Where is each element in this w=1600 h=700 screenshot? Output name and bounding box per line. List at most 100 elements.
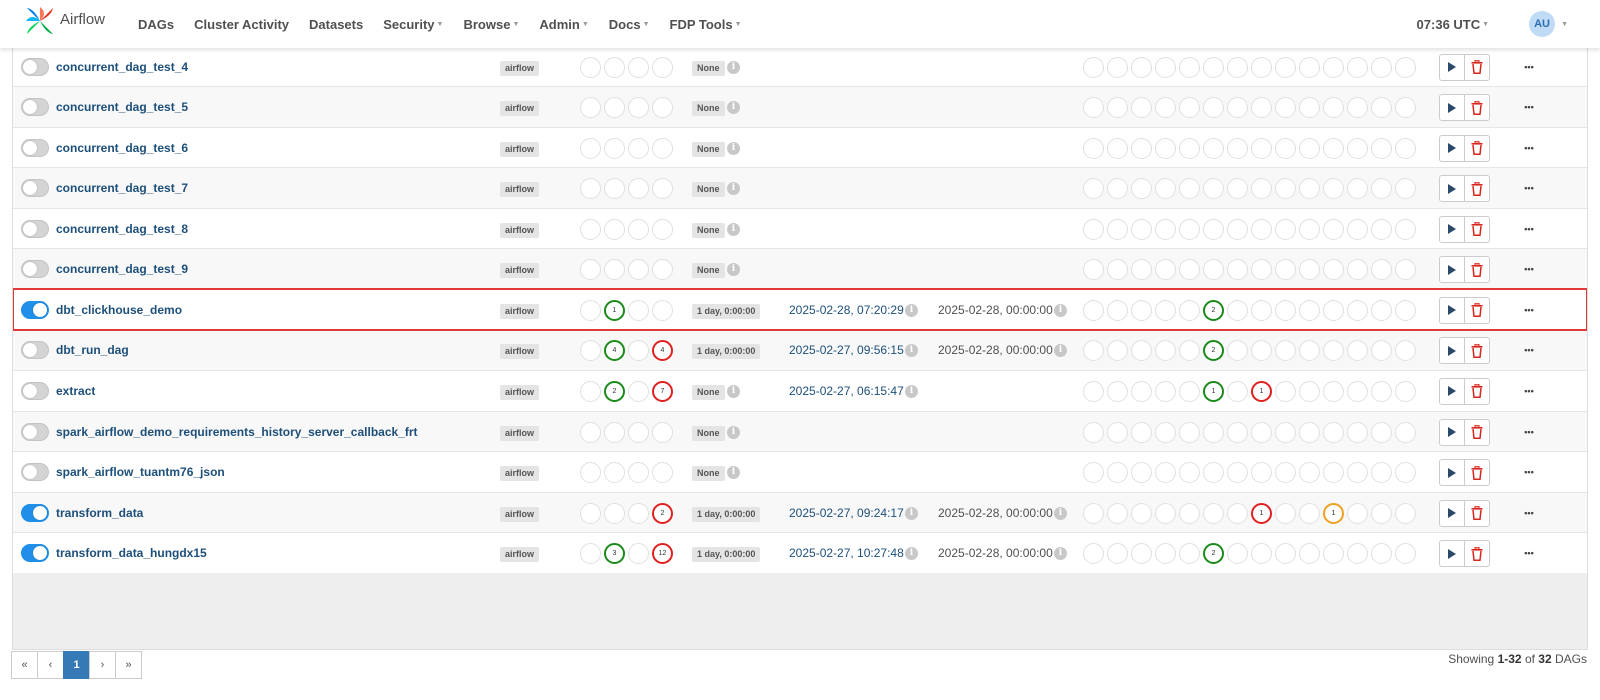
task-state-circle[interactable] [1275, 56, 1296, 78]
pause-toggle[interactable] [21, 179, 49, 198]
task-state-circle[interactable] [1371, 502, 1392, 524]
more-options-icon[interactable]: ••• [1518, 176, 1540, 200]
task-state-circle[interactable] [1371, 299, 1392, 321]
task-state-circle[interactable] [1083, 218, 1104, 240]
task-state-circle[interactable] [1395, 380, 1416, 402]
run-state-circle[interactable] [604, 462, 625, 484]
task-state-circle[interactable] [1371, 340, 1392, 362]
task-state-circle[interactable] [1347, 56, 1368, 78]
task-state-circle[interactable] [1083, 421, 1104, 443]
next-page-button[interactable]: › [89, 651, 116, 679]
more-options-icon[interactable]: ••• [1518, 298, 1540, 322]
last-run-link[interactable]: 2025-02-27, 10:27:48 [789, 533, 904, 574]
task-state-circle[interactable] [1155, 380, 1176, 402]
task-state-circle[interactable] [1179, 380, 1200, 402]
more-options-icon[interactable]: ••• [1518, 420, 1540, 444]
run-state-circle[interactable] [604, 218, 625, 240]
task-state-circle[interactable] [1107, 259, 1128, 281]
more-options-icon[interactable]: ••• [1518, 136, 1540, 160]
task-state-circle[interactable] [1083, 380, 1104, 402]
task-state-circle[interactable] [1083, 56, 1104, 78]
task-state-circle[interactable] [1299, 462, 1320, 484]
task-state-circle[interactable] [1203, 421, 1224, 443]
task-state-circle[interactable] [1107, 178, 1128, 200]
schedule-badge[interactable]: None [692, 182, 725, 198]
pause-toggle[interactable] [21, 260, 49, 279]
task-state-circle[interactable] [1155, 218, 1176, 240]
run-state-circle[interactable] [628, 543, 649, 565]
owner-badge[interactable]: airflow [500, 222, 540, 238]
task-state-circle[interactable] [1083, 502, 1104, 524]
owner-badge[interactable]: airflow [500, 547, 540, 563]
task-state-circle[interactable] [1107, 137, 1128, 159]
task-state-circle[interactable] [1227, 259, 1248, 281]
schedule-badge[interactable]: None [692, 384, 725, 400]
task-state-circle[interactable] [1371, 178, 1392, 200]
task-state-circle[interactable] [1251, 137, 1272, 159]
run-state-circle[interactable]: 12 [652, 543, 673, 565]
run-state-circle[interactable] [580, 380, 601, 402]
task-state-circle[interactable] [1179, 137, 1200, 159]
task-state-circle[interactable] [1083, 97, 1104, 119]
task-state-circle[interactable] [1179, 462, 1200, 484]
schedule-badge[interactable]: None [692, 222, 725, 238]
schedule-badge[interactable]: 1 day, 0:00:00 [692, 547, 761, 563]
task-state-circle[interactable] [1083, 543, 1104, 565]
task-state-circle[interactable] [1179, 340, 1200, 362]
task-state-circle[interactable] [1323, 259, 1344, 281]
task-state-circle[interactable] [1299, 340, 1320, 362]
task-state-circle[interactable] [1371, 543, 1392, 565]
pause-toggle[interactable] [21, 98, 49, 117]
run-state-circle[interactable] [580, 502, 601, 524]
task-state-circle[interactable] [1395, 543, 1416, 565]
task-state-circle[interactable] [1131, 543, 1152, 565]
run-state-circle[interactable] [652, 259, 673, 281]
pause-toggle[interactable] [21, 138, 49, 157]
delete-dag-button[interactable] [1465, 55, 1489, 80]
task-state-circle[interactable] [1155, 97, 1176, 119]
more-options-icon[interactable]: ••• [1518, 379, 1540, 403]
last-run-link[interactable]: 2025-02-27, 09:24:17 [789, 493, 904, 534]
task-state-circle[interactable] [1395, 421, 1416, 443]
task-state-circle[interactable] [1275, 299, 1296, 321]
task-state-circle[interactable] [1299, 299, 1320, 321]
run-state-circle[interactable] [628, 137, 649, 159]
task-state-circle[interactable] [1347, 380, 1368, 402]
task-state-circle[interactable] [1299, 421, 1320, 443]
run-state-circle[interactable] [628, 178, 649, 200]
schedule-badge[interactable]: None [692, 141, 725, 157]
task-state-circle[interactable] [1347, 97, 1368, 119]
task-state-circle[interactable] [1395, 259, 1416, 281]
info-icon[interactable]: i [727, 141, 740, 155]
task-state-circle[interactable] [1371, 462, 1392, 484]
task-state-circle[interactable]: 2 [1203, 299, 1224, 321]
task-state-circle[interactable] [1155, 421, 1176, 443]
delete-dag-button[interactable] [1465, 176, 1489, 201]
task-state-circle[interactable] [1299, 97, 1320, 119]
run-state-circle[interactable] [652, 137, 673, 159]
task-state-circle[interactable] [1395, 137, 1416, 159]
task-state-circle[interactable] [1275, 259, 1296, 281]
run-state-circle[interactable] [604, 502, 625, 524]
schedule-badge[interactable]: 1 day, 0:00:00 [692, 303, 761, 319]
run-state-circle[interactable] [580, 462, 601, 484]
schedule-badge[interactable]: None [692, 466, 725, 482]
task-state-circle[interactable] [1299, 543, 1320, 565]
info-icon[interactable]: i [727, 384, 740, 398]
run-state-circle[interactable] [628, 259, 649, 281]
info-icon[interactable]: i [1054, 303, 1067, 317]
nav-docs[interactable]: Docs ▼ [599, 17, 660, 32]
run-state-circle[interactable] [604, 421, 625, 443]
task-state-circle[interactable] [1083, 259, 1104, 281]
delete-dag-button[interactable] [1465, 136, 1489, 161]
task-state-circle[interactable] [1371, 218, 1392, 240]
run-state-circle[interactable] [628, 380, 649, 402]
trigger-dag-button[interactable] [1440, 54, 1465, 80]
task-state-circle[interactable] [1275, 543, 1296, 565]
dag-link[interactable]: concurrent_dag_test_7 [56, 168, 188, 209]
task-state-circle[interactable] [1323, 380, 1344, 402]
task-state-circle[interactable] [1083, 299, 1104, 321]
task-state-circle[interactable] [1395, 218, 1416, 240]
owner-badge[interactable]: airflow [500, 182, 540, 198]
task-state-circle[interactable] [1203, 178, 1224, 200]
